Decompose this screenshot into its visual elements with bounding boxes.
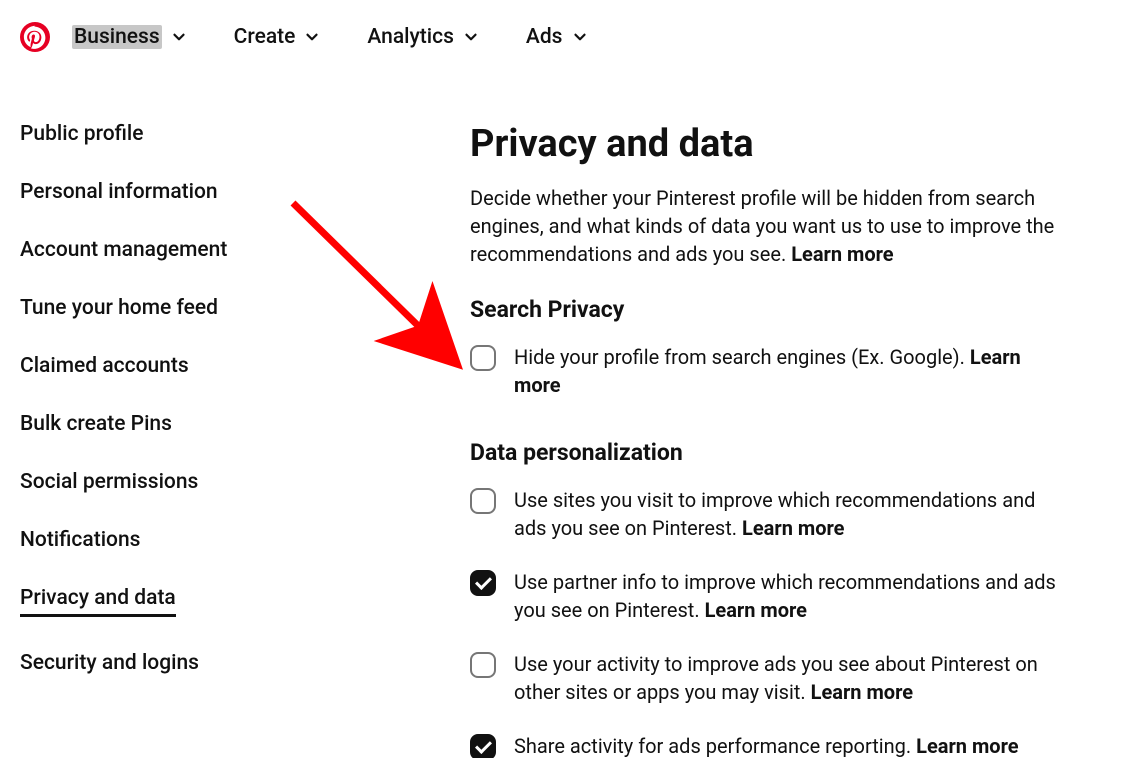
- page-description: Decide whether your Pinterest profile wi…: [470, 184, 1066, 268]
- checkbox-your-activity[interactable]: [470, 652, 496, 678]
- sidebar-item-tune-home-feed[interactable]: Tune your home feed: [20, 296, 218, 320]
- sidebar-item-notifications[interactable]: Notifications: [20, 528, 140, 552]
- learn-more-link[interactable]: Learn more: [811, 680, 913, 704]
- chevron-down-icon: [462, 28, 480, 46]
- nav-label: Analytics: [367, 25, 454, 49]
- settings-layout: Public profile Personal information Acco…: [0, 62, 1136, 758]
- chevron-down-icon: [571, 28, 589, 46]
- nav-item-create[interactable]: Create: [234, 25, 322, 49]
- option-text: Use partner info to improve which recomm…: [514, 568, 1066, 624]
- checkbox-hide-profile[interactable]: [470, 345, 496, 371]
- sidebar-item-personal-information[interactable]: Personal information: [20, 180, 218, 204]
- section-heading-data-personalization: Data personalization: [470, 439, 1066, 466]
- nav-label: Ads: [526, 25, 563, 49]
- checkbox-share-activity[interactable]: [470, 734, 496, 758]
- learn-more-link[interactable]: Learn more: [916, 734, 1018, 758]
- sidebar-item-public-profile[interactable]: Public profile: [20, 122, 144, 146]
- main-content: Privacy and data Decide whether your Pin…: [470, 122, 1116, 758]
- option-label: Share activity for ads performance repor…: [514, 734, 911, 758]
- checkbox-sites-visit[interactable]: [470, 488, 496, 514]
- nav-label: Create: [234, 25, 296, 49]
- option-label: Use your activity to improve ads you see…: [514, 652, 1038, 704]
- sidebar-item-bulk-create-pins[interactable]: Bulk create Pins: [20, 412, 172, 436]
- chevron-down-icon: [170, 28, 188, 46]
- settings-sidebar: Public profile Personal information Acco…: [20, 122, 450, 758]
- page-title: Privacy and data: [470, 122, 1066, 166]
- learn-more-link[interactable]: Learn more: [791, 242, 893, 266]
- page-description-text: Decide whether your Pinterest profile wi…: [470, 186, 1054, 266]
- section-heading-search-privacy: Search Privacy: [470, 296, 1066, 323]
- topbar: Business Create Analytics Ads: [0, 0, 1136, 62]
- option-text: Hide your profile from search engines (E…: [514, 343, 1066, 399]
- option-share-activity: Share activity for ads performance repor…: [470, 732, 1066, 758]
- sidebar-item-social-permissions[interactable]: Social permissions: [20, 470, 198, 494]
- option-label: Hide your profile from search engines (E…: [514, 345, 965, 369]
- option-text: Use your activity to improve ads you see…: [514, 650, 1066, 706]
- option-partner-info: Use partner info to improve which recomm…: [470, 568, 1066, 624]
- sidebar-item-security-logins[interactable]: Security and logins: [20, 651, 199, 675]
- checkbox-partner-info[interactable]: [470, 570, 496, 596]
- learn-more-link[interactable]: Learn more: [742, 516, 844, 540]
- sidebar-item-account-management[interactable]: Account management: [20, 238, 227, 262]
- pinterest-logo-icon[interactable]: [20, 22, 50, 52]
- option-text: Share activity for ads performance repor…: [514, 732, 1019, 758]
- option-hide-profile: Hide your profile from search engines (E…: [470, 343, 1066, 399]
- learn-more-link[interactable]: Learn more: [705, 598, 807, 622]
- option-text: Use sites you visit to improve which rec…: [514, 486, 1066, 542]
- sidebar-item-claimed-accounts[interactable]: Claimed accounts: [20, 354, 189, 378]
- option-sites-visit: Use sites you visit to improve which rec…: [470, 486, 1066, 542]
- chevron-down-icon: [303, 28, 321, 46]
- nav-item-analytics[interactable]: Analytics: [367, 25, 480, 49]
- nav-item-business[interactable]: Business: [72, 25, 188, 49]
- option-your-activity: Use your activity to improve ads you see…: [470, 650, 1066, 706]
- nav-item-ads[interactable]: Ads: [526, 25, 589, 49]
- nav-label: Business: [72, 25, 162, 49]
- sidebar-item-privacy-data[interactable]: Privacy and data: [20, 586, 176, 617]
